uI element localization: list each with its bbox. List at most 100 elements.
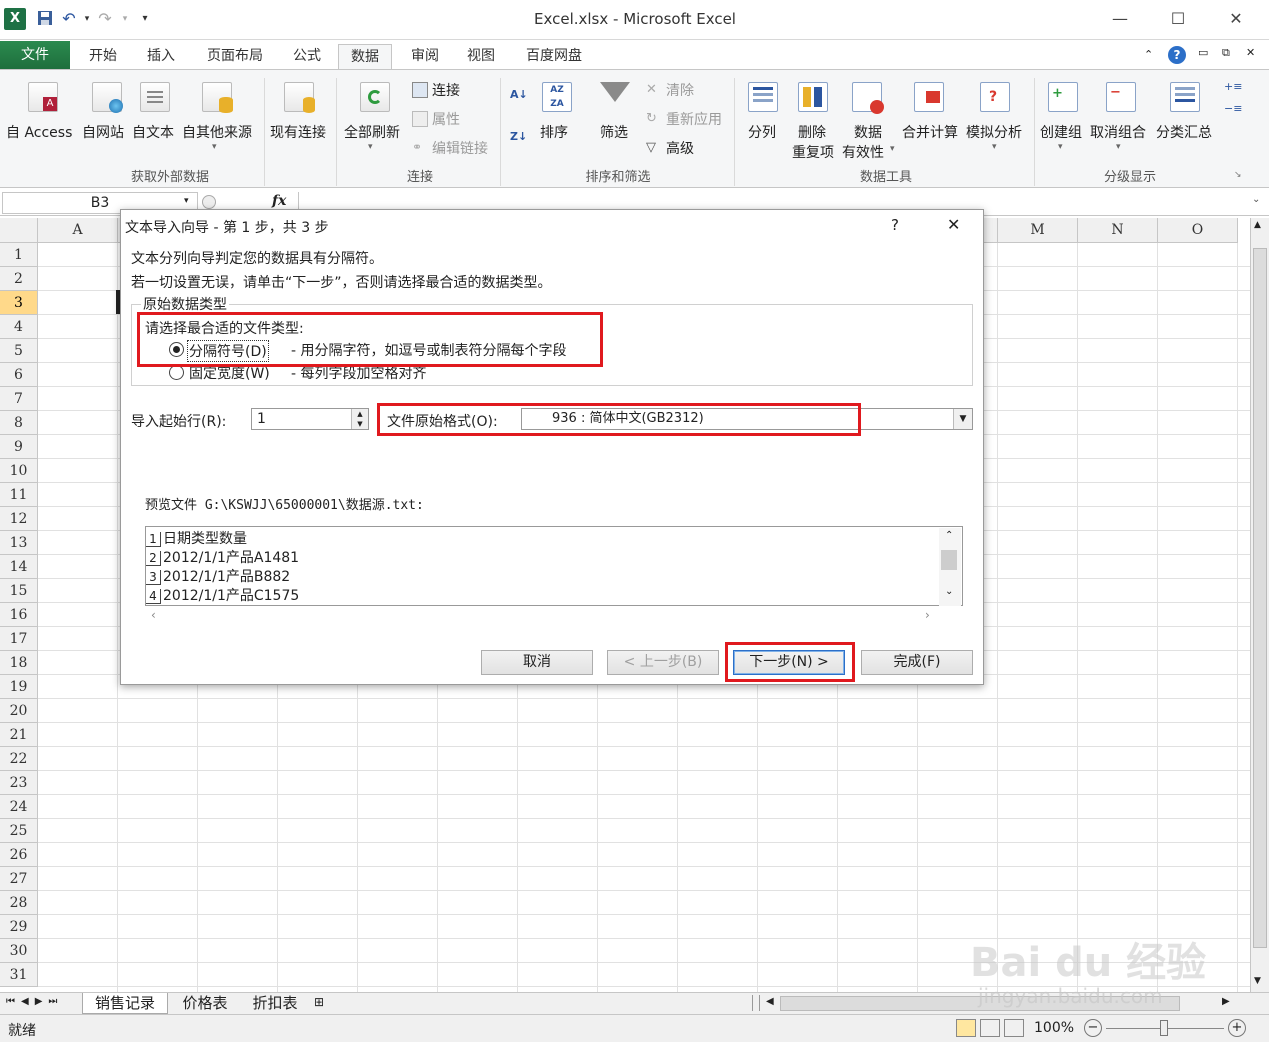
row-header[interactable]: 26 <box>0 843 38 867</box>
page-break-view-icon[interactable] <box>1004 1019 1024 1037</box>
sort-ascending-icon[interactable]: A↓ <box>510 88 528 104</box>
row-header[interactable]: 20 <box>0 699 38 723</box>
advanced-filter-button[interactable]: 高级 <box>666 138 694 158</box>
edit-links-button[interactable]: 编辑链接 <box>432 138 488 158</box>
vertical-scrollbar[interactable]: ▲ ▼ <box>1250 218 1269 992</box>
tab-review[interactable]: 审阅 <box>400 44 450 70</box>
customize-quick-access-icon[interactable]: ▾ <box>136 10 154 28</box>
ribbon-restore-icon[interactable]: ⧉ <box>1222 46 1230 60</box>
row-header[interactable]: 25 <box>0 819 38 843</box>
consolidate-button[interactable]: 合并计算 <box>902 122 958 142</box>
what-if-dropdown-icon[interactable]: ▾ <box>992 142 997 152</box>
preview-scroll-left-icon[interactable]: ‹ <box>151 608 156 622</box>
sheet-tab-sales[interactable]: 销售记录 <box>82 993 168 1014</box>
undo-icon[interactable]: ↶ <box>60 10 78 28</box>
row-header[interactable]: 11 <box>0 483 38 507</box>
ribbon-minimize-icon[interactable]: ▭ <box>1198 46 1208 59</box>
preview-pane[interactable]: 1 日期类型数量 2 2012/1/1产品A1481 3 2012/1/1产品B882 4 2… <box>145 526 963 606</box>
row-header[interactable]: 17 <box>0 627 38 651</box>
ungroup-button[interactable]: 取消组合 <box>1090 122 1146 142</box>
dialog-help-button[interactable]: ? <box>891 216 899 234</box>
from-web-button[interactable]: 自网站 <box>82 122 124 142</box>
row-header[interactable]: 22 <box>0 747 38 771</box>
row-header[interactable]: 30 <box>0 939 38 963</box>
row-header[interactable]: 29 <box>0 915 38 939</box>
column-header[interactable]: A <box>38 218 118 243</box>
other-sources-dropdown-icon[interactable]: ▾ <box>212 142 217 152</box>
sort-descending-icon[interactable]: Z↓ <box>510 130 527 146</box>
normal-view-icon[interactable] <box>956 1019 976 1037</box>
row-header[interactable]: 4 <box>0 315 38 339</box>
from-other-sources-button[interactable]: 自其他来源 <box>182 122 252 142</box>
outline-dialog-launcher-icon[interactable]: ↘ <box>1234 170 1242 180</box>
redo-icon[interactable]: ↷ <box>96 10 114 28</box>
tab-baidu-netdisk[interactable]: 百度网盘 <box>514 44 594 70</box>
zoom-in-icon[interactable]: + <box>1228 1019 1246 1037</box>
back-button[interactable]: < 上一步(B) <box>607 650 719 675</box>
group-button[interactable]: 创建组 <box>1040 122 1082 142</box>
tab-home[interactable]: 开始 <box>78 44 128 70</box>
undo-dropdown-icon[interactable]: ▾ <box>78 10 96 28</box>
hscroll-right-icon[interactable]: ▶ <box>1222 996 1230 1007</box>
reapply-button[interactable]: 重新应用 <box>666 109 722 129</box>
filter-button[interactable]: 筛选 <box>600 122 628 142</box>
close-button[interactable]: ✕ <box>1216 6 1256 32</box>
ribbon-close-icon[interactable]: ✕ <box>1246 46 1255 59</box>
row-header[interactable]: 21 <box>0 723 38 747</box>
sort-button[interactable]: 排序 <box>540 122 568 142</box>
data-validation-button-line1[interactable]: 数据 <box>854 122 882 142</box>
cancel-button[interactable]: 取消 <box>481 650 593 675</box>
start-row-spinner[interactable]: ▲ ▼ <box>351 409 368 429</box>
tab-split-handle[interactable] <box>752 995 760 1011</box>
row-header[interactable]: 12 <box>0 507 38 531</box>
row-header[interactable]: 18 <box>0 651 38 675</box>
row-header[interactable]: 13 <box>0 531 38 555</box>
refresh-all-button[interactable]: 全部刷新 <box>344 122 400 142</box>
dialog-close-button[interactable]: ✕ <box>947 215 960 234</box>
file-origin-dropdown-icon[interactable]: ▼ <box>953 409 972 429</box>
select-all-corner[interactable] <box>0 218 38 243</box>
row-header[interactable]: 2 <box>0 267 38 291</box>
tab-data[interactable]: 数据 <box>338 44 392 70</box>
refresh-all-dropdown-icon[interactable]: ▾ <box>368 142 373 152</box>
tab-insert[interactable]: 插入 <box>136 44 186 70</box>
zoom-slider-thumb[interactable] <box>1160 1020 1168 1036</box>
row-header[interactable]: 9 <box>0 435 38 459</box>
row-header[interactable]: 31 <box>0 963 38 987</box>
column-header[interactable]: M <box>998 218 1078 243</box>
from-text-button[interactable]: 自文本 <box>132 122 174 142</box>
row-header[interactable]: 19 <box>0 675 38 699</box>
tab-file[interactable]: 文件 <box>0 41 70 70</box>
row-header[interactable]: 10 <box>0 459 38 483</box>
row-header[interactable]: 8 <box>0 411 38 435</box>
radio-fixed-width[interactable] <box>169 365 184 380</box>
vertical-scroll-thumb[interactable] <box>1253 248 1267 948</box>
maximize-button[interactable]: ☐ <box>1158 6 1198 32</box>
row-header[interactable]: 6 <box>0 363 38 387</box>
sheet-nav-icons[interactable]: ⏮◀▶⏭ <box>6 996 63 1007</box>
sheet-tab-price[interactable]: 价格表 <box>172 993 238 1014</box>
preview-scroll-right-icon[interactable]: › <box>925 608 930 622</box>
clear-button[interactable]: 清除 <box>666 80 694 100</box>
preview-scroll-thumb[interactable] <box>941 550 957 570</box>
finish-button[interactable]: 完成(F) <box>861 650 973 675</box>
sheet-tab-discount[interactable]: 折扣表 <box>242 993 308 1014</box>
zoom-level[interactable]: 100% <box>1034 1020 1074 1036</box>
page-layout-view-icon[interactable] <box>980 1019 1000 1037</box>
properties-button[interactable]: 属性 <box>432 109 460 129</box>
what-if-analysis-button[interactable]: 模拟分析 <box>966 122 1022 142</box>
tab-page-layout[interactable]: 页面布局 <box>196 44 274 70</box>
subtotal-button[interactable]: 分类汇总 <box>1156 122 1212 142</box>
group-dropdown-icon[interactable]: ▾ <box>1058 142 1063 152</box>
insert-sheet-icon[interactable]: ⊞ <box>314 995 324 1009</box>
row-header[interactable]: 27 <box>0 867 38 891</box>
from-access-button[interactable]: 自 Access <box>6 122 72 142</box>
row-header[interactable]: 5 <box>0 339 38 363</box>
row-header[interactable]: 23 <box>0 771 38 795</box>
zoom-out-icon[interactable]: − <box>1084 1019 1102 1037</box>
expand-formula-bar-icon[interactable]: ⌄ <box>1252 194 1260 205</box>
column-header[interactable]: N <box>1078 218 1158 243</box>
scroll-up-icon[interactable]: ▲ <box>1254 220 1261 230</box>
data-validation-dropdown-icon[interactable]: ▾ <box>890 144 895 154</box>
row-header[interactable]: 28 <box>0 891 38 915</box>
